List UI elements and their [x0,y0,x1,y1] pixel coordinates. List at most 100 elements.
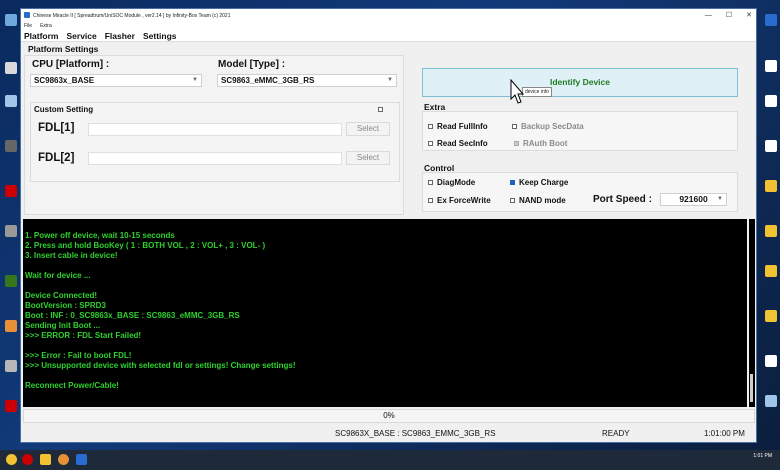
fdl2-label: FDL[2] [38,152,75,164]
log-line: Boot : INF : 0_SC9863x_BASE : SC9863_eMM… [25,311,240,320]
custom-setting-panel [30,102,400,182]
desktop-icon[interactable] [762,180,780,193]
opera-icon[interactable] [22,454,33,465]
desktop-icon[interactable] [762,395,780,408]
mouse-cursor-icon [510,79,524,104]
desktop-icon[interactable] [762,265,780,278]
desktop-icon[interactable] [2,360,20,373]
desktop-icon[interactable] [762,60,780,73]
platform-content: Platform Settings CPU [Platform] : SC986… [21,42,756,218]
progress-bar: 0% [23,409,755,423]
platform-settings-title: Platform Settings [28,44,99,54]
title-bar[interactable]: Chinese Miracle II [ Spreadtrum/UniSOC M… [21,9,756,22]
desktop-icon[interactable] [2,140,20,153]
tab-platform[interactable]: Platform [24,31,58,41]
tab-settings[interactable]: Settings [143,31,177,41]
fdl1-select-button[interactable]: Select [346,122,390,136]
log-line: Sending Init Boot ... [25,321,101,330]
desktop-icon[interactable] [2,225,20,238]
log-scrollbar[interactable] [749,219,755,407]
app-icon [24,12,30,18]
desktop-icon[interactable] [2,275,20,288]
read-secinfo-checkbox[interactable]: Read SecInfo [428,139,488,148]
menu-bar: File Extra [21,22,756,30]
start-icon[interactable] [6,454,17,465]
desktop-icon[interactable] [762,14,780,27]
tab-service[interactable]: Service [66,31,96,41]
taskbar-clock: 1:01 PM [753,453,772,459]
log-line: >>> Unsupported device with selected fdl… [25,361,296,370]
diagmode-label: DiagMode [437,178,476,187]
backup-secdata-checkbox[interactable]: Backup SecData [512,122,584,131]
chevron-down-icon: ▼ [717,196,723,202]
model-select[interactable]: SC9863_eMMC_3GB_RS ▼ [217,74,397,87]
status-bar: SC9863X_BASE : SC9863_EMMC_3GB_RS READY … [21,425,756,442]
desktop-icon[interactable] [2,62,20,75]
ex-forcewrite-label: Ex ForceWrite [437,196,491,205]
rauth-boot-checkbox[interactable]: RAuth Boot [514,139,567,148]
desktop-icon[interactable] [2,400,20,413]
desktop-icon[interactable] [762,310,780,323]
fdl2-select-button[interactable]: Select [346,151,390,165]
tooltip: device info [522,87,552,97]
app-window: Chinese Miracle II [ Spreadtrum/UniSOC M… [20,8,757,443]
log-line: >>> Error : Fail to boot FDL! [25,351,132,360]
nand-mode-checkbox[interactable]: NAND mode [510,196,566,205]
desktop-icon[interactable] [2,320,20,333]
tab-bar: Platform Service Flasher Settings [21,30,756,42]
cpu-select-value: SC9863x_BASE [34,76,95,85]
maximize-button[interactable]: ☐ [726,9,732,22]
taskbar: 1:01 PM [0,450,780,470]
keep-charge-checkbox[interactable]: Keep Charge [510,178,568,187]
log-console: 1. Power off device, wait 10-15 seconds 2… [23,219,747,407]
port-speed-label: Port Speed : [593,194,652,205]
desktop-icon[interactable] [2,185,20,198]
rauth-boot-label: RAuth Boot [523,139,568,148]
keep-charge-label: Keep Charge [519,178,569,187]
desktop-icon[interactable] [762,95,780,108]
custom-setting-checkbox[interactable] [378,107,383,112]
fdl2-path-input[interactable] [88,152,342,165]
identify-device-button[interactable]: Identify Device [422,68,738,97]
miracle-icon[interactable] [76,454,87,465]
app-icon[interactable] [58,454,69,465]
cpu-label: CPU [Platform] : [32,59,110,70]
read-fullinfo-label: Read FullInfo [437,122,488,131]
desktop-icon[interactable] [762,225,780,238]
tab-flasher[interactable]: Flasher [105,31,135,41]
window-title: Chinese Miracle II [ Spreadtrum/UniSOC M… [33,12,231,19]
desktop-icon[interactable] [762,140,780,153]
log-line: 1. Power off device, wait 10-15 seconds [25,231,175,240]
close-button[interactable]: ✕ [746,9,752,22]
log-line: Reconnect Power/Cable! [25,381,119,390]
cpu-select[interactable]: SC9863x_BASE ▼ [30,74,202,87]
desktop-icon[interactable] [762,355,780,368]
log-line: Device Connected! [25,291,98,300]
fdl1-path-input[interactable] [88,123,342,136]
scrollbar-thumb[interactable] [750,374,753,402]
progress-label: 0% [383,411,395,420]
read-fullinfo-checkbox[interactable]: Read FullInfo [428,122,488,131]
desktop-icon[interactable] [2,14,20,27]
custom-setting-label: Custom Setting [34,105,94,114]
menu-file[interactable]: File [24,23,32,29]
menu-extra[interactable]: Extra [40,23,52,29]
log-line: 2. Press and hold BooKey ( 1 : BOTH VOL … [25,241,266,250]
ex-forcewrite-checkbox[interactable]: Ex ForceWrite [428,196,491,205]
chevron-down-icon: ▼ [387,77,393,83]
read-secinfo-label: Read SecInfo [437,139,488,148]
diagmode-checkbox[interactable]: DiagMode [428,178,475,187]
desktop-icon[interactable] [2,95,20,108]
status-platform: SC9863X_BASE : SC9863_EMMC_3GB_RS [335,429,496,438]
model-label: Model [Type] : [218,59,286,70]
port-speed-select[interactable]: 921600 ▼ [660,193,727,206]
fdl1-label: FDL[1] [38,122,75,134]
folder-icon[interactable] [40,454,51,465]
minimize-button[interactable]: — [705,9,712,22]
log-line: 3. Insert cable in device! [25,251,118,260]
nand-mode-label: NAND mode [519,196,566,205]
